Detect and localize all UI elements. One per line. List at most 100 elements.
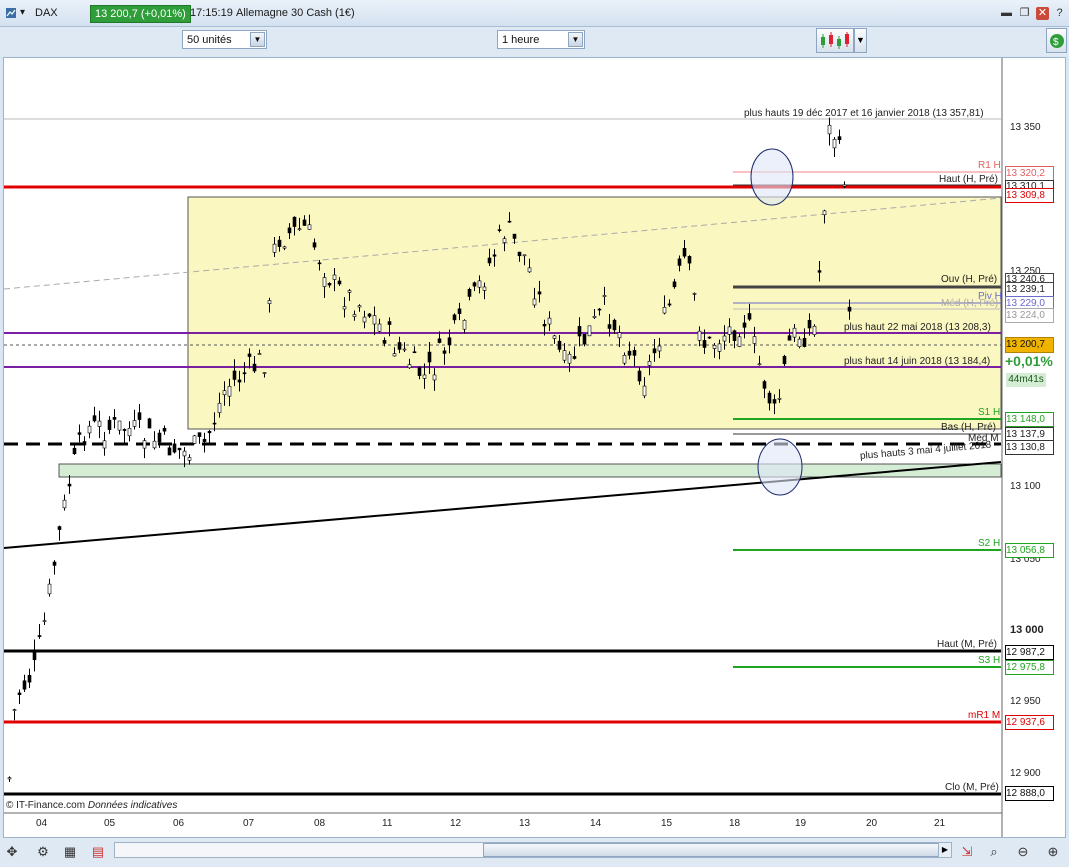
candle-body [342, 306, 347, 310]
candle-body [127, 428, 132, 437]
candle-body [477, 280, 482, 288]
candle-body [712, 345, 717, 349]
annotation-top: plus hauts 19 déc 2017 et 16 janvier 201… [744, 108, 984, 119]
candle-body [697, 330, 702, 341]
scroll-right-button[interactable]: ▶ [938, 842, 952, 858]
candle-body [242, 372, 247, 375]
candle-body [557, 340, 562, 350]
candle-body [822, 210, 827, 216]
zoom-out-icon[interactable]: ⊖ [1014, 843, 1032, 861]
candle-body [107, 419, 112, 430]
candle-body [707, 336, 712, 339]
tag-r1h: 13 320,2 [1005, 166, 1054, 181]
candle-body [462, 320, 467, 330]
candle-body [282, 246, 287, 249]
zoom-in-icon[interactable]: ⌕ [985, 843, 1003, 861]
candle-body [787, 335, 792, 341]
candle-body [172, 443, 177, 453]
candle-body [72, 447, 77, 455]
candle-body [687, 256, 692, 264]
candle-body [572, 356, 577, 359]
candle-body [472, 282, 477, 287]
zoom-fit-icon[interactable]: ⇲ [958, 843, 976, 861]
clo-m-label: Clo (M, Pré) [945, 782, 999, 793]
y-axis-label: 12 900 [1010, 768, 1041, 779]
candle-body [587, 325, 592, 337]
candle-body [507, 220, 512, 223]
x-axis-label: 06 [173, 818, 185, 829]
y-axis-label: 13 000 [1010, 624, 1044, 636]
restore-icon[interactable]: ❐ [1018, 7, 1031, 20]
tag-haut-m: 12 987,2 [1005, 645, 1054, 660]
candle-body [517, 251, 522, 257]
candle-body [757, 363, 762, 366]
close-icon[interactable]: ✕ [1036, 7, 1049, 20]
table-icon[interactable]: ▦ [61, 843, 79, 861]
window-titlebar: ▾ DAX 13 200,7 (+0,01%) 17:15:19 Allemag… [0, 0, 1069, 27]
candle-body [202, 438, 207, 442]
candle-body [602, 295, 607, 297]
dropdown-arrow-icon[interactable]: ▾ [20, 7, 25, 18]
candle-body [797, 338, 802, 347]
candle-body [452, 314, 457, 321]
bas-label: Bas (H, Pré) [941, 422, 997, 433]
mr1m-label: mR1 M [968, 710, 1001, 721]
candle-body [87, 425, 92, 434]
y-axis-label: 12 950 [1010, 696, 1041, 707]
candle-body [237, 379, 242, 383]
chart-type-dropdown[interactable]: ▼ [854, 28, 867, 53]
units-select-value: 50 unités [187, 34, 232, 46]
candle-body [317, 262, 322, 265]
units-select[interactable]: 50 unités ▼ [182, 30, 267, 49]
candle-body [622, 354, 627, 364]
candle-body [382, 339, 387, 344]
tag-med: 13 224,0 [1005, 308, 1054, 323]
candle-body [182, 450, 187, 457]
help-icon[interactable]: ? [1053, 7, 1066, 20]
candle-body [837, 136, 842, 141]
candle-body [252, 363, 257, 372]
price-chart[interactable]: plus hauts 19 déc 2017 et 16 janvier 201… [3, 57, 1066, 838]
candle-body [487, 257, 492, 264]
chart-type-button[interactable] [816, 28, 854, 53]
side-panel-button[interactable]: $ [1046, 28, 1067, 53]
price-change-badge: 13 200,7 (+0,01%) [90, 5, 191, 23]
grid-icon[interactable]: ▤ [89, 843, 107, 861]
candle-body [337, 280, 342, 285]
candle-body [97, 420, 102, 427]
period-select-value: 1 heure [502, 34, 540, 46]
candle-body [567, 353, 572, 364]
scroll-thumb[interactable] [483, 843, 939, 857]
candle-body [62, 499, 67, 509]
candle-body [542, 324, 547, 327]
candle-body [52, 561, 57, 566]
move-icon[interactable]: ✥ [3, 843, 21, 861]
indicator-icon[interactable]: ⚙ [34, 843, 52, 861]
minimize-icon[interactable]: ▬ [1000, 7, 1013, 20]
candle-body [652, 348, 657, 354]
chevron-down-icon[interactable]: ▼ [568, 32, 583, 47]
candle-body [287, 227, 292, 234]
zoom-reset-icon[interactable]: ⊕ [1044, 843, 1062, 861]
candle-body [217, 402, 222, 413]
candle-body [152, 440, 157, 449]
candle-body [7, 777, 12, 780]
candle-body [772, 399, 777, 404]
period-select[interactable]: 1 heure ▼ [497, 30, 585, 49]
candle-body [672, 281, 677, 288]
candle-body [702, 340, 707, 348]
candle-body [677, 258, 682, 266]
s3h-label: S3 H [978, 655, 1001, 666]
x-axis-label: 21 [934, 818, 946, 829]
candle-body [782, 355, 787, 365]
candle-body [637, 370, 642, 382]
candle-body [332, 274, 337, 280]
candle-body [437, 338, 442, 343]
candle-body [102, 440, 107, 449]
candle-body [627, 350, 632, 356]
chevron-down-icon[interactable]: ▼ [250, 32, 265, 47]
candle-body [552, 335, 557, 339]
candle-body [277, 239, 282, 247]
candle-body [227, 386, 232, 397]
ouv-label: Ouv (H, Pré) [941, 274, 998, 285]
